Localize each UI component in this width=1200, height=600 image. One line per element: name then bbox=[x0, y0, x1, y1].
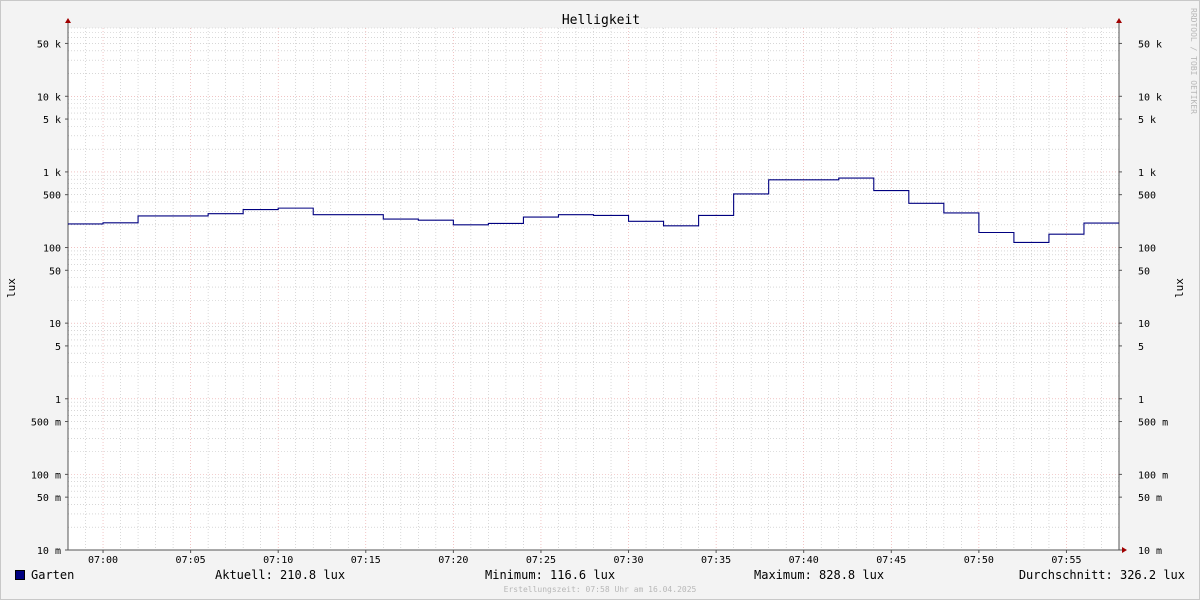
y-axis-arrow-right bbox=[1116, 18, 1122, 23]
legend-swatch bbox=[15, 570, 25, 580]
y-tick-label-left: 500 m bbox=[31, 418, 61, 429]
x-axis-arrow bbox=[1122, 547, 1127, 553]
y-tick-label-right: 10 m bbox=[1138, 546, 1162, 557]
y-tick-label-right: 500 bbox=[1138, 191, 1156, 202]
y-tick-label-right: 100 bbox=[1138, 244, 1156, 255]
legend-current: Aktuell: 210.8 lux bbox=[215, 568, 346, 582]
x-tick-label: 07:20 bbox=[438, 555, 468, 566]
x-tick-label: 07:55 bbox=[1051, 555, 1081, 566]
y-tick-label-right: 50 bbox=[1138, 266, 1150, 277]
y-axis-arrow-left bbox=[65, 18, 71, 23]
legend-maximum: Maximum: 828.8 lux bbox=[754, 568, 885, 582]
y-tick-label-right: 5 k bbox=[1138, 115, 1156, 126]
x-tick-label: 07:05 bbox=[176, 555, 206, 566]
legend: Garten Aktuell: 210.8 lux Minimum: 116.6… bbox=[15, 568, 1187, 584]
chart-title: Helligkeit bbox=[562, 13, 640, 28]
x-tick-label: 07:25 bbox=[526, 555, 556, 566]
y-tick-label-left: 10 m bbox=[37, 546, 61, 557]
y-tick-label-right: 50 k bbox=[1138, 39, 1162, 50]
y-tick-label-right: 1 bbox=[1138, 395, 1144, 406]
y-tick-label-left: 50 bbox=[49, 266, 61, 277]
y-tick-label-left: 10 k bbox=[37, 92, 61, 103]
y-tick-label-left: 5 k bbox=[43, 115, 61, 126]
y-tick-label-left: 50 k bbox=[37, 39, 61, 50]
x-tick-label: 07:40 bbox=[789, 555, 819, 566]
y-tick-label-right: 50 m bbox=[1138, 493, 1162, 504]
x-tick-label: 07:30 bbox=[613, 555, 643, 566]
y-tick-label-right: 10 bbox=[1138, 319, 1150, 330]
y-tick-label-right: 10 k bbox=[1138, 92, 1162, 103]
y-tick-label-left: 1 bbox=[55, 395, 61, 406]
legend-average: Durchschnitt: 326.2 lux bbox=[1018, 568, 1185, 582]
x-tick-label: 07:45 bbox=[876, 555, 906, 566]
x-tick-label: 07:00 bbox=[88, 555, 118, 566]
y-tick-label-left: 50 m bbox=[37, 493, 61, 504]
legend-minimum: Minimum: 116.6 lux bbox=[485, 568, 616, 582]
y-tick-label-right: 5 bbox=[1138, 342, 1144, 353]
y-tick-label-right: 500 m bbox=[1138, 418, 1168, 429]
creation-timestamp: Erstellungszeit: 07:58 Uhr am 16.04.2025 bbox=[503, 585, 697, 594]
y-axis-label-left: lux bbox=[5, 278, 18, 298]
y-tick-label-left: 10 bbox=[49, 319, 61, 330]
y-tick-label-left: 100 m bbox=[31, 470, 61, 481]
y-tick-label-left: 5 bbox=[55, 342, 61, 353]
y-tick-label-left: 100 bbox=[43, 244, 61, 255]
x-tick-label: 07:15 bbox=[351, 555, 381, 566]
y-tick-label-right: 100 m bbox=[1138, 470, 1168, 481]
brightness-chart: 50 k 50 k10 k 10 k5 k5 k1 k1 k500 500100 100… bbox=[5, 8, 1198, 566]
rrdtool-credit: RRDTOOL / TOBI OETIKER bbox=[1189, 8, 1198, 114]
y-tick-label-left: 1 k bbox=[43, 168, 61, 179]
y-tick-label-right: 1 k bbox=[1138, 168, 1156, 179]
legend-series: Garten bbox=[15, 568, 74, 582]
graph-frame: 50 k 50 k 10 k 10 k5 k5 k1 k1 k 500 500 100 100… bbox=[0, 0, 1200, 600]
x-tick-label: 07:10 bbox=[263, 555, 293, 566]
x-tick-label: 07:50 bbox=[964, 555, 994, 566]
x-tick-label: 07:35 bbox=[701, 555, 731, 566]
y-tick-label-left: 500 bbox=[43, 191, 61, 202]
y-axis-label-right: lux bbox=[1173, 278, 1186, 298]
legend-series-name: Garten bbox=[31, 568, 75, 582]
